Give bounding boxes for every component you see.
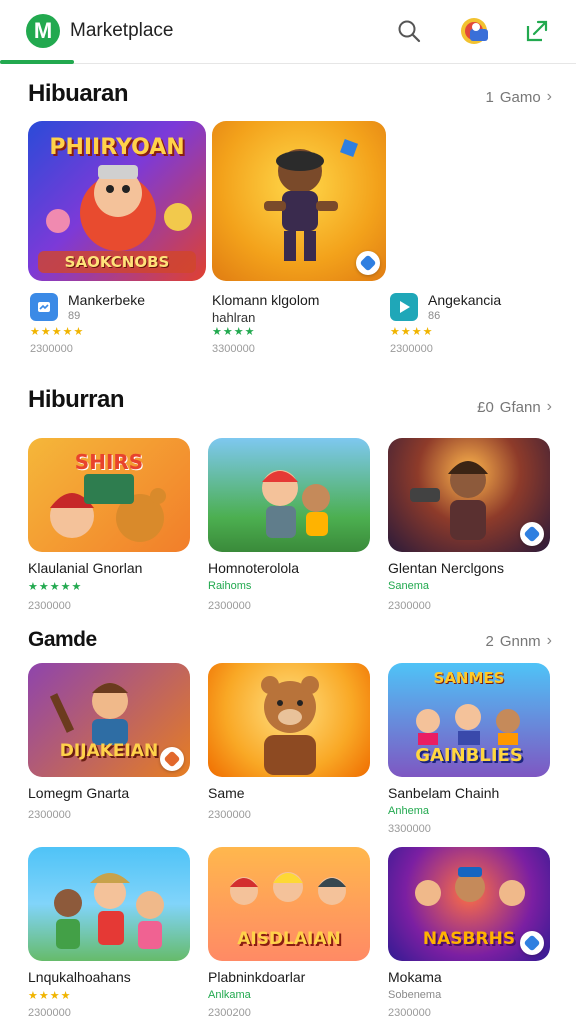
install-badge-icon[interactable] xyxy=(160,747,184,771)
app-card[interactable]: Lnqukalhoahans ★★★★ 2300000 xyxy=(28,847,190,1023)
install-count: 2300000 xyxy=(208,600,251,612)
open-app-icon[interactable] xyxy=(522,16,552,46)
app-name: Klomann klgolom xyxy=(212,292,320,308)
game-art-title: SHIRS xyxy=(74,450,144,474)
game-art-subtitle: GAINBLIES xyxy=(415,745,523,766)
app-name: Sanbelam Chainh xyxy=(388,785,500,801)
section-link-label: Gnnm xyxy=(499,632,541,650)
section-title: Hiburran xyxy=(28,386,125,413)
app-name: Lnqukalhoahans xyxy=(28,969,131,985)
install-count: 3300000 xyxy=(212,343,255,355)
app-card[interactable]: Angekancia 86 ★★★★ 2300000 xyxy=(390,281,550,361)
search-icon[interactable] xyxy=(394,16,424,46)
top-app-bar: M Marketplace xyxy=(0,0,576,64)
game-art-title: SANMES xyxy=(433,669,505,687)
section-link-label: Gfann xyxy=(499,398,541,416)
app-name: Klaulanial Gnorlan xyxy=(28,560,143,576)
section-see-more-link[interactable]: 1 Gamo › xyxy=(485,88,552,106)
app-name: Lomegm Gnarta xyxy=(28,785,130,801)
section-count: £0 xyxy=(477,398,494,416)
chevron-right-icon: › xyxy=(546,398,552,415)
chevron-right-icon: › xyxy=(546,88,552,105)
install-count: 2300000 xyxy=(390,343,433,355)
app-thumbnail[interactable]: AISDLAIAN xyxy=(208,847,370,961)
install-count: 2300000 xyxy=(28,809,71,821)
app-name: Plabninkdoarlar xyxy=(208,969,306,985)
app-card[interactable]: SANMES GAINBLIES Sanbelam Chainh Anhema … xyxy=(388,663,550,839)
install-count: 3300000 xyxy=(388,823,431,835)
app-thumbnail[interactable]: NASBRHS xyxy=(388,847,550,961)
section-see-more-link[interactable]: £0 Gfann › xyxy=(477,398,552,416)
play-store-icon xyxy=(390,293,418,321)
app-name: Angekancia xyxy=(428,292,502,308)
game-art-image xyxy=(261,676,319,775)
active-tab-indicator xyxy=(0,60,74,64)
rating-stars: ★★★★ xyxy=(28,990,72,1002)
app-name: Mokama xyxy=(388,969,442,985)
app-thumbnail[interactable]: SHIRS xyxy=(28,438,190,552)
rating-stars: ★★★★ xyxy=(212,326,256,338)
app-card[interactable]: Homnoterolola Raihoms 2300000 xyxy=(208,438,370,618)
install-count: 2300200 xyxy=(208,1007,251,1019)
app-subtitle: Raihoms xyxy=(208,580,252,592)
app-name: Same xyxy=(208,785,245,801)
profile-avatar-icon[interactable] xyxy=(458,16,494,46)
app-subtitle: Anlkama xyxy=(208,989,251,1001)
app-thumbnail[interactable] xyxy=(28,847,190,961)
section-see-more-link[interactable]: 2 Gnnm › xyxy=(485,632,552,650)
rating-stars: ★★★★★ xyxy=(30,326,85,338)
section-link-label: Gamo xyxy=(499,88,541,106)
app-thumbnail[interactable]: PHIIRYOAN SAOKCNOBS xyxy=(28,121,206,281)
app-card[interactable]: SHIRS Klaulanial Gnorlan ★★★★★ 2300000 xyxy=(28,438,190,618)
app-subtitle: 86 xyxy=(428,310,441,322)
app-card[interactable]: AISDLAIAN Plabninkdoarlar Anlkama 230020… xyxy=(208,847,370,1023)
install-count: 2300000 xyxy=(208,809,251,821)
app-name: Homnoterolola xyxy=(208,560,300,576)
app-thumbnail[interactable] xyxy=(212,121,386,281)
app-subtitle: Anhema xyxy=(388,805,429,817)
app-thumbnail[interactable] xyxy=(208,663,370,777)
app-card[interactable]: NASBRHS Mokama Sobenema 2300000 xyxy=(388,847,550,1023)
app-thumbnail[interactable] xyxy=(208,438,370,552)
app-store-icon xyxy=(30,293,58,321)
install-count: 2300000 xyxy=(28,600,71,612)
game-art-image xyxy=(54,873,164,949)
app-card[interactable]: DIJAKEIAN Lomegm Gnarta 2300000 xyxy=(28,663,190,839)
app-name: Mankerbeke xyxy=(68,292,146,308)
app-subtitle: hahlran xyxy=(212,310,256,325)
install-count: 2300000 xyxy=(30,343,73,355)
app-card[interactable]: Klomann klgolom hahlran ★★★★ 3300000 xyxy=(212,121,386,361)
section-title: Gamde xyxy=(28,628,97,651)
install-badge-icon[interactable] xyxy=(356,251,380,275)
app-thumbnail[interactable] xyxy=(388,438,550,552)
install-count: 2300000 xyxy=(28,1007,71,1019)
section-title: Hibuaran xyxy=(28,80,129,107)
install-badge-icon[interactable] xyxy=(520,931,544,955)
marketplace-logo[interactable]: M xyxy=(26,14,60,48)
app-title: Marketplace xyxy=(70,20,174,41)
rating-stars: ★★★★ xyxy=(390,326,434,338)
app-card[interactable]: PHIIRYOAN SAOKCNOBS Mankerbeke 89 ★★★★★ … xyxy=(28,121,206,361)
install-count: 2300000 xyxy=(388,600,431,612)
app-card[interactable]: Glentan Nerclgons Sanema 2300000 xyxy=(388,438,550,618)
section-count: 1 xyxy=(485,88,494,106)
app-name: Glentan Nerclgons xyxy=(388,560,504,576)
install-count: 2300000 xyxy=(388,1007,431,1019)
game-art-title: AISDLAIAN xyxy=(237,929,341,949)
game-art-subtitle: SAOKCNOBS xyxy=(64,253,170,271)
app-subtitle: 89 xyxy=(68,310,81,322)
game-art-title: PHIIRYOAN xyxy=(49,135,185,160)
app-card[interactable]: Same 2300000 xyxy=(208,663,370,839)
game-art-image xyxy=(262,470,330,538)
chevron-right-icon: › xyxy=(546,632,552,649)
section-count: 2 xyxy=(485,632,494,650)
app-subtitle: Sobenema xyxy=(388,989,442,1001)
app-subtitle: Sanema xyxy=(388,580,429,592)
app-thumbnail[interactable]: SANMES GAINBLIES xyxy=(388,663,550,777)
rating-stars: ★★★★★ xyxy=(28,581,83,593)
install-badge-icon[interactable] xyxy=(520,522,544,546)
app-thumbnail[interactable]: DIJAKEIAN xyxy=(28,663,190,777)
